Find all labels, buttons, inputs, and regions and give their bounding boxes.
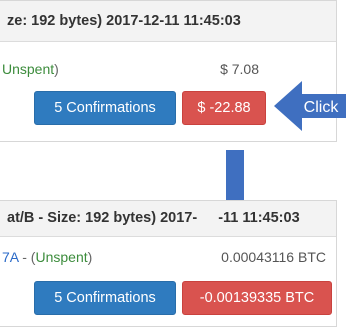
value-toggle-button-bottom[interactable]: -0.00139335 BTC [182,281,332,315]
address-separator: - ( [18,249,36,265]
output-amount-top: $ 7.08 [220,61,259,77]
click-arrow-label: Click [304,99,340,116]
confirmations-button-top[interactable]: 5 Confirmations [34,91,176,125]
output-amount-bottom: 0.00043116 BTC [221,249,326,265]
transaction-header-top: ze: 192 bytes) 2017-12-11 11:45:03 [0,1,336,42]
value-toggle-button-top[interactable]: $ -22.88 [182,91,266,125]
unspent-status-label: Unspent [35,249,88,265]
unspent-status-label: Unspent [2,61,55,77]
status-close-paren: ) [54,61,59,77]
output-address-row: 7A - (Unspent) [2,249,92,265]
confirmations-button-bottom[interactable]: 5 Confirmations [34,281,176,315]
header-left-text: at/B - Size: 192 bytes) 2017- [7,210,198,226]
address-link[interactable]: 7A [2,249,18,265]
transaction-panel-bottom: at/B - Size: 192 bytes) 2017- -11 11:45:0… [0,200,337,327]
output-status-top: Unspent) [2,61,59,77]
transaction-header-bottom: at/B - Size: 192 bytes) 2017- -11 11:45:0… [0,201,336,237]
click-arrow: Click [272,78,348,139]
arrow-left-icon: Click [274,81,346,131]
header-right-text: -11 11:45:03 [218,210,300,226]
status-close-paren: ) [87,249,93,265]
